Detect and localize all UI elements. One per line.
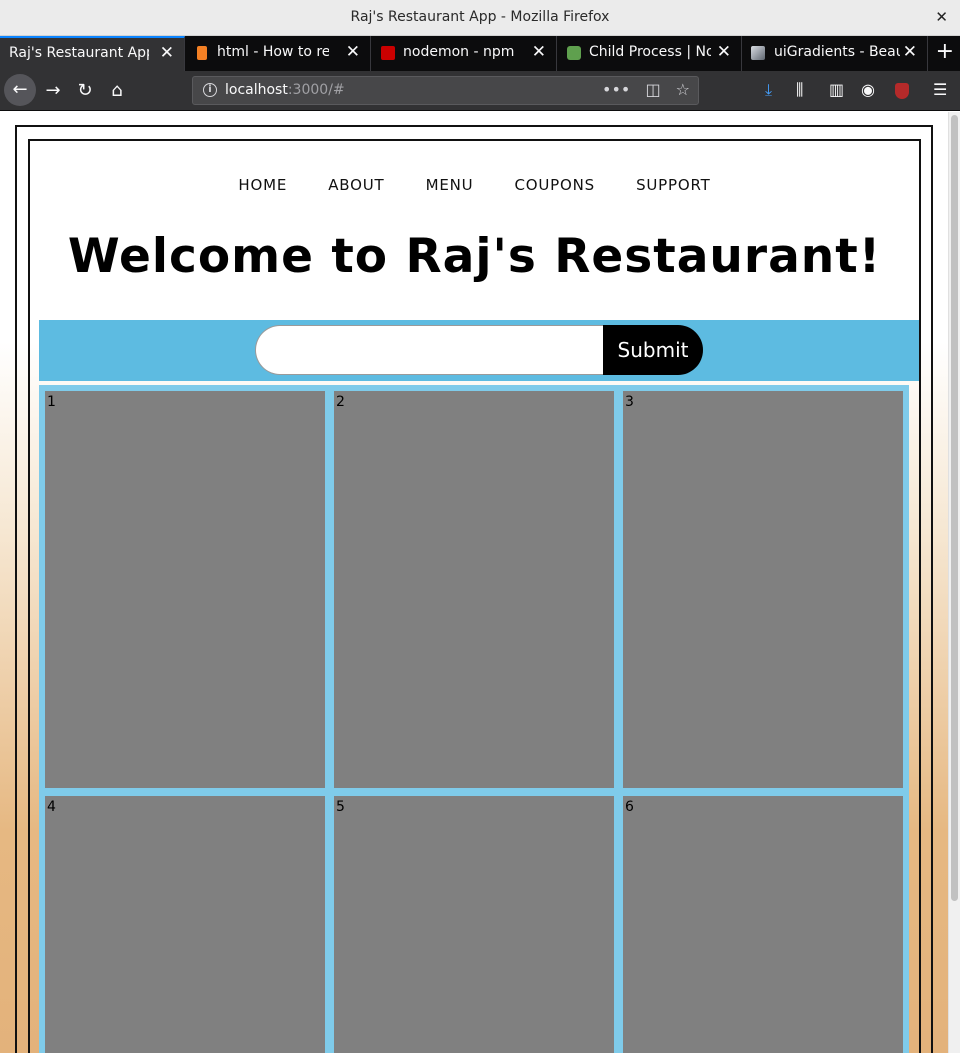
- nav-link-about[interactable]: ABOUT: [328, 176, 384, 194]
- hamburger-menu-icon[interactable]: ☰: [933, 80, 947, 99]
- sidebar-icon[interactable]: ▥: [829, 80, 844, 99]
- tab-strip: Raj's Restaurant App ✕ html - How to rem…: [0, 36, 960, 71]
- home-button[interactable]: ⌂: [105, 79, 129, 103]
- url-bar[interactable]: i localhost:3000/# ••• ◫ ☆: [192, 76, 699, 105]
- nav-link-support[interactable]: SUPPORT: [636, 176, 711, 194]
- url-actions: ••• ◫ ☆: [592, 80, 690, 99]
- submit-button[interactable]: Submit: [603, 325, 703, 375]
- download-icon[interactable]: ⤓: [765, 80, 772, 100]
- url-host: localhost: [225, 82, 288, 98]
- outer-frame: HOME ABOUT MENU COUPONS SUPPORT Welcome …: [15, 125, 933, 1053]
- npm-icon: [381, 46, 395, 60]
- grid-item[interactable]: 1: [45, 391, 325, 788]
- grid-item-number: 5: [336, 799, 345, 815]
- tab-uigradients[interactable]: uiGradients - Beautiful ✕: [742, 36, 928, 71]
- tab-label: nodemon - npm: [403, 44, 515, 60]
- tab-label: uiGradients - Beautiful: [774, 44, 900, 60]
- tab-nodemon-npm[interactable]: nodemon - npm ✕: [371, 36, 557, 71]
- page-viewport: HOME ABOUT MENU COUPONS SUPPORT Welcome …: [0, 112, 948, 1053]
- grid-item[interactable]: 4: [45, 796, 325, 1053]
- tab-close-icon[interactable]: ✕: [903, 42, 917, 62]
- page-title: Welcome to Raj's Restaurant!: [67, 229, 882, 284]
- window-title: Raj's Restaurant App - Mozilla Firefox: [350, 9, 610, 25]
- tab-child-process[interactable]: Child Process | Node ✕: [557, 36, 742, 71]
- info-icon[interactable]: i: [203, 83, 217, 97]
- window-titlebar: Raj's Restaurant App - Mozilla Firefox ✕: [0, 0, 960, 36]
- nav-toolbar: ← → ↻ ⌂ i localhost:3000/# ••• ◫ ☆ ⤓ ⫼ ▥…: [0, 71, 960, 111]
- back-button[interactable]: ←: [4, 74, 36, 106]
- grid-item[interactable]: 3: [623, 391, 903, 788]
- tab-label: Child Process | Node: [589, 44, 711, 60]
- tab-close-icon[interactable]: ✕: [346, 42, 360, 62]
- tab-label: Raj's Restaurant App: [9, 45, 149, 61]
- item-grid: 1 2 3 4 5 6: [39, 385, 909, 1053]
- library-icon[interactable]: ⫼: [796, 80, 803, 100]
- inner-frame: HOME ABOUT MENU COUPONS SUPPORT Welcome …: [28, 139, 921, 1053]
- uigradients-icon: [751, 46, 765, 60]
- grid-item-number: 3: [625, 394, 634, 410]
- grid-item-number: 4: [47, 799, 56, 815]
- grid-item-number: 6: [625, 799, 634, 815]
- scrollbar-thumb[interactable]: [951, 115, 958, 901]
- stackoverflow-icon: [197, 46, 207, 60]
- grid-item[interactable]: 6: [623, 796, 903, 1053]
- tab-close-icon[interactable]: ✕: [717, 42, 731, 62]
- reload-button[interactable]: ↻: [73, 79, 97, 103]
- grid-item-number: 2: [336, 394, 345, 410]
- nodejs-icon: [567, 46, 581, 60]
- page-actions-icon[interactable]: •••: [602, 80, 630, 99]
- tab-close-icon[interactable]: ✕: [160, 43, 174, 63]
- new-tab-button[interactable]: +: [936, 39, 954, 64]
- search-input[interactable]: [255, 325, 605, 375]
- url-text[interactable]: localhost:3000/#: [225, 82, 345, 98]
- account-icon[interactable]: ◉: [861, 80, 875, 99]
- ublock-shield-icon[interactable]: [895, 83, 909, 99]
- bookmark-star-icon[interactable]: ☆: [676, 80, 690, 99]
- tab-stackoverflow[interactable]: html - How to remove ✕: [185, 36, 371, 71]
- tab-rajs-restaurant[interactable]: Raj's Restaurant App ✕: [0, 36, 185, 71]
- window-close-button[interactable]: ✕: [935, 8, 948, 26]
- nav-link-coupons[interactable]: COUPONS: [515, 176, 595, 194]
- grid-item[interactable]: 5: [334, 796, 614, 1053]
- page-scrollbar[interactable]: [948, 112, 960, 1053]
- url-path: :3000/#: [287, 82, 345, 98]
- grid-item-number: 1: [47, 394, 56, 410]
- site-nav: HOME ABOUT MENU COUPONS SUPPORT: [30, 175, 919, 194]
- pocket-icon[interactable]: ◫: [645, 80, 660, 99]
- tab-close-icon[interactable]: ✕: [532, 42, 546, 62]
- forward-button[interactable]: →: [41, 79, 65, 103]
- search-band: Submit: [39, 320, 919, 381]
- nav-link-menu[interactable]: MENU: [426, 176, 474, 194]
- grid-item[interactable]: 2: [334, 391, 614, 788]
- tab-label: html - How to remove: [217, 44, 329, 60]
- nav-link-home[interactable]: HOME: [238, 176, 287, 194]
